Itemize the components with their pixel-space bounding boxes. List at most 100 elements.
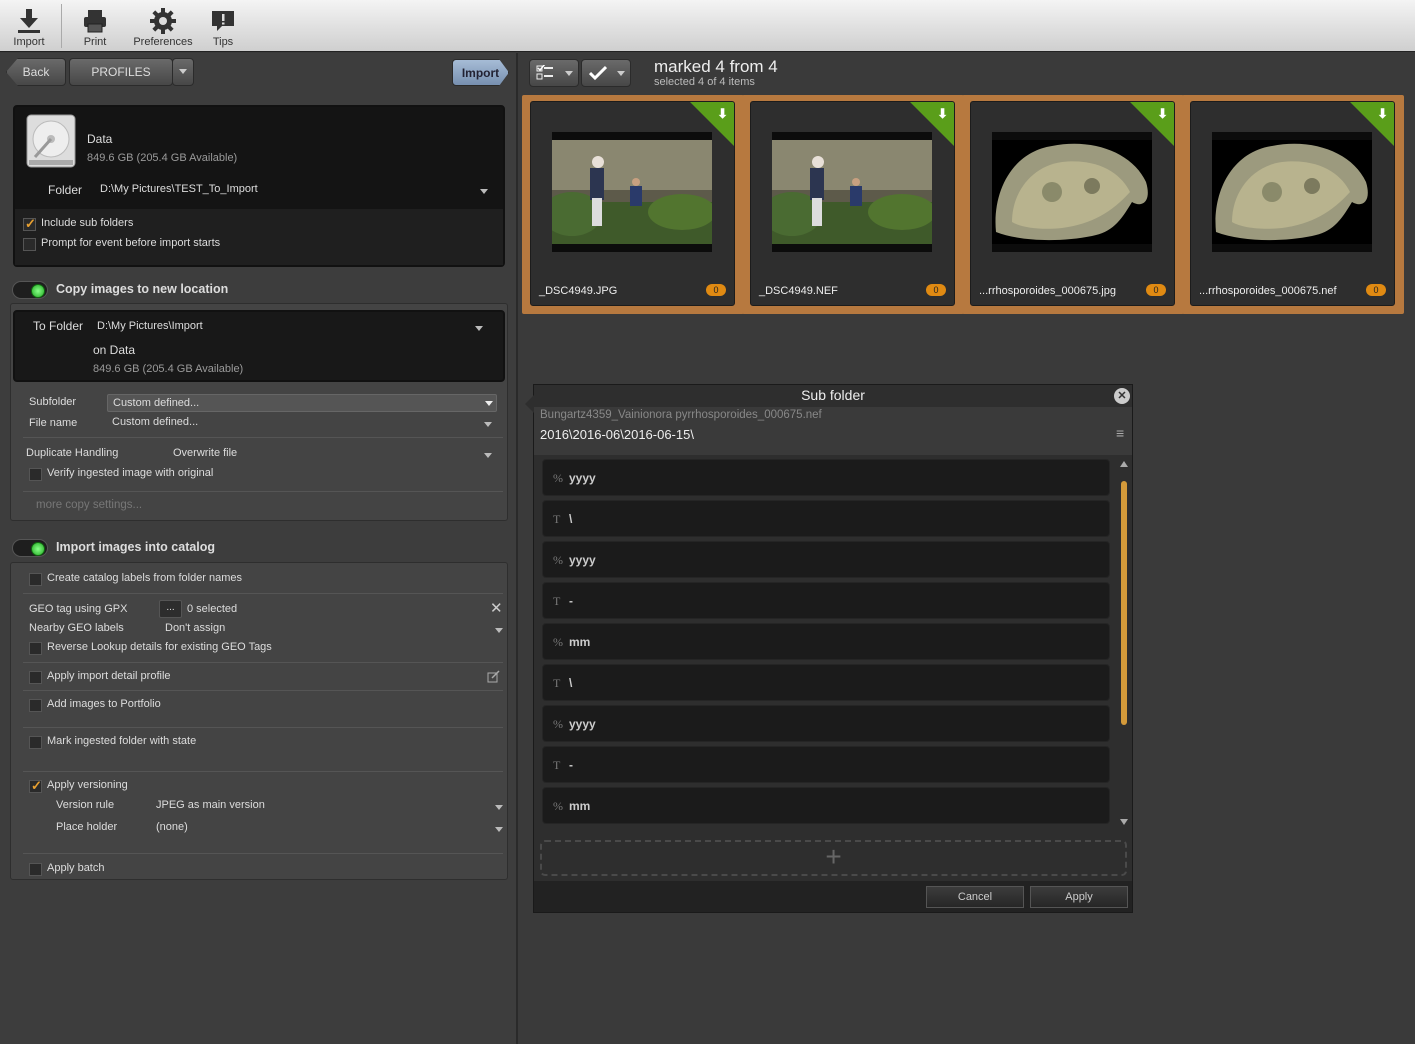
profiles-dropdown-button[interactable]: [172, 58, 194, 86]
menu-icon[interactable]: ≡: [1116, 425, 1124, 441]
preferences-tool-button[interactable]: Preferences: [130, 0, 196, 50]
profiles-button[interactable]: PROFILES: [69, 58, 173, 86]
close-icon[interactable]: ✕: [490, 599, 503, 617]
import-tool-button[interactable]: Import: [4, 0, 54, 50]
source-options: Include sub folders Prompt for event bef…: [15, 209, 503, 265]
thumbnail-card[interactable]: ⬇ _DSC4949.NEF 0: [750, 101, 955, 306]
geo-tag-label: GEO tag using GPX: [29, 603, 128, 615]
token-item[interactable]: T-: [542, 582, 1110, 619]
token-value: mm: [569, 635, 591, 649]
edit-profile-icon[interactable]: [487, 670, 500, 683]
more-copy-settings-link[interactable]: more copy settings...: [36, 499, 142, 511]
token-list: % yyyy T \% yyyy T -% mm T \% yyyy T -% mm: [534, 459, 1118, 831]
copy-section-title: Copy images to new location: [56, 282, 229, 296]
token-scrollbar[interactable]: [1118, 461, 1130, 829]
subfolder-select[interactable]: Custom defined...: [107, 394, 497, 412]
text-icon: T: [553, 758, 561, 772]
thumbnail-card[interactable]: ⬇ ...rrhosporoides_000675.jpg 0: [970, 101, 1175, 306]
scroll-up-icon[interactable]: [1120, 461, 1128, 467]
gear-icon: [150, 8, 176, 34]
chevron-down-icon[interactable]: [484, 453, 492, 458]
divider: [23, 437, 503, 438]
token-value: -: [569, 594, 573, 608]
catalog-labels-checkbox[interactable]: [29, 573, 42, 586]
prompt-event-checkbox[interactable]: [23, 238, 36, 251]
mark-folder-checkbox[interactable]: [29, 736, 42, 749]
scrollbar-thumb[interactable]: [1121, 481, 1127, 725]
include-subfolders-checkbox[interactable]: [23, 216, 36, 232]
thumbnail-filename: ...rrhosporoides_000675.jpg: [979, 285, 1116, 297]
copy-toggle[interactable]: [12, 281, 48, 299]
scroll-down-icon[interactable]: [1120, 819, 1128, 825]
close-icon[interactable]: ✕: [1114, 388, 1130, 404]
destination-path[interactable]: D:\My Pictures\Import: [97, 320, 203, 332]
placeholder-select[interactable]: (none): [156, 821, 188, 833]
divider: [23, 853, 503, 854]
cancel-button[interactable]: Cancel: [926, 886, 1024, 908]
token-item[interactable]: % yyyy: [542, 705, 1110, 742]
thumbnail-card[interactable]: ⬇ ...rrhosporoides_000675.nef 0: [1190, 101, 1395, 306]
reverse-lookup-label: Reverse Lookup details for existing GEO …: [47, 641, 272, 653]
reverse-lookup-checkbox[interactable]: [29, 642, 42, 655]
import-button[interactable]: Import: [452, 59, 509, 86]
destination-drive: on Data: [93, 343, 136, 357]
tips-tool-label: Tips: [212, 36, 234, 48]
token-item[interactable]: % yyyy: [542, 541, 1110, 578]
chevron-down-icon[interactable]: [495, 805, 503, 810]
variable-icon: %: [553, 799, 563, 813]
apply-batch-checkbox[interactable]: [29, 863, 42, 876]
back-label: Back: [22, 65, 50, 79]
filename-select[interactable]: Custom defined...: [112, 416, 198, 428]
token-item[interactable]: % mm: [542, 787, 1110, 824]
chevron-down-icon[interactable]: [475, 326, 483, 331]
portfolio-checkbox[interactable]: [29, 699, 42, 712]
copy-settings-section: To Folder D:\My Pictures\Import on Data …: [10, 303, 508, 521]
source-folder-path[interactable]: D:\My Pictures\TEST_To_Import: [100, 183, 258, 195]
tips-tool-button[interactable]: Tips: [200, 0, 246, 50]
geo-selected-count: 0 selected: [187, 603, 238, 615]
thumbnail-card[interactable]: ⬇ _DSC4949.JPG 0: [530, 101, 735, 306]
dialog-title: Sub folder: [801, 387, 865, 403]
destination-box: To Folder D:\My Pictures\Import on Data …: [13, 310, 505, 382]
versioning-checkbox[interactable]: [29, 778, 42, 794]
catalog-toggle[interactable]: [12, 539, 48, 557]
verify-label: Verify ingested image with original: [47, 467, 214, 479]
apply-button[interactable]: Apply: [1030, 886, 1128, 908]
verify-checkbox[interactable]: [29, 468, 42, 481]
duplicate-handling-select[interactable]: Overwrite file: [173, 447, 237, 459]
gpx-browse-button[interactable]: ...: [159, 600, 182, 618]
detail-profile-checkbox[interactable]: [29, 671, 42, 684]
token-item[interactable]: T \: [542, 500, 1110, 537]
import-button-label: Import: [461, 66, 500, 80]
nearby-geo-select[interactable]: Don't assign: [165, 622, 225, 634]
rating-badge: 0: [1146, 284, 1166, 296]
version-rule-select[interactable]: JPEG as main version: [156, 799, 265, 811]
divider: [23, 593, 503, 594]
mark-select-button[interactable]: [529, 59, 579, 87]
chevron-down-icon[interactable]: [484, 422, 492, 427]
tips-icon: [212, 11, 234, 31]
token-value: yyyy: [569, 717, 596, 731]
chevron-down-icon[interactable]: [495, 628, 503, 633]
path-preview: 2016\2016-06\2016-06-15\: [540, 427, 694, 442]
gpx-browse-label: ...: [166, 602, 175, 613]
add-token-button[interactable]: +: [540, 840, 1127, 876]
print-tool-button[interactable]: Print: [70, 0, 120, 50]
thumbnail-filename: ...rrhosporoides_000675.nef: [1199, 285, 1337, 297]
thumbnail-image: [1212, 132, 1372, 252]
token-item[interactable]: T \: [542, 664, 1110, 701]
download-icon: ⬇: [1377, 106, 1388, 121]
token-item[interactable]: % mm: [542, 623, 1110, 660]
download-icon: ⬇: [717, 106, 728, 121]
token-item[interactable]: % yyyy: [542, 459, 1110, 496]
token-item[interactable]: T-: [542, 746, 1110, 783]
back-button[interactable]: Back: [6, 58, 66, 86]
check-all-button[interactable]: [581, 59, 631, 87]
placeholder-label: Place holder: [56, 821, 118, 833]
chevron-down-icon[interactable]: [480, 189, 488, 194]
chevron-down-icon: [485, 401, 493, 406]
text-icon: T: [553, 594, 561, 608]
chevron-down-icon[interactable]: [495, 827, 503, 832]
drive-space: 849.6 GB (205.4 GB Available): [87, 152, 238, 164]
text-icon: T: [553, 512, 561, 526]
